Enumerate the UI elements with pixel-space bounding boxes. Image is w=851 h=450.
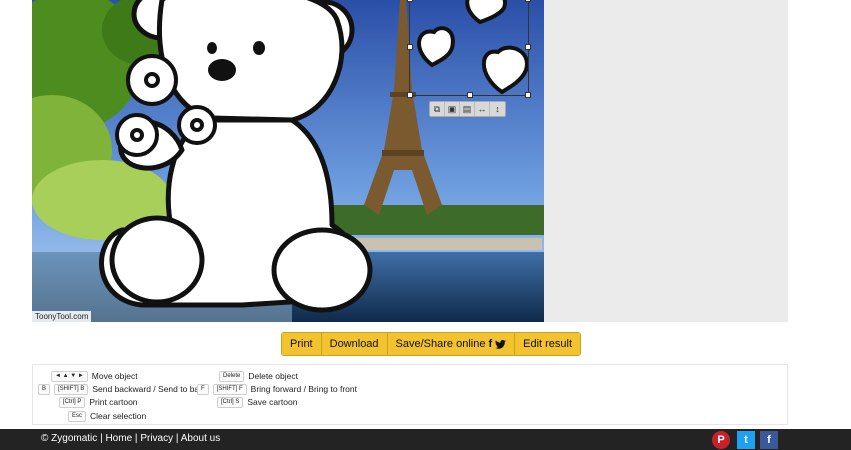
edit-result-label: Edit result [523,338,573,350]
shortcut-label: Clear selection [90,411,147,421]
page-footer: © Zygomatic | Home | Privacy | About us … [0,429,851,450]
home-link[interactable]: Home [105,433,132,444]
shortcut-key: B [38,383,51,395]
shortcut-key: [SHIFT] F [212,383,247,395]
toonytool-watermark: ToonyTool.com [32,311,92,322]
footer-links: © Zygomatic | Home | Privacy | About us [41,433,220,444]
shortcut-key: F [197,383,209,395]
object-toolbar: ⧉ ▣ ▤ ↔ ↕ [429,101,506,117]
facebook-icon[interactable]: f [760,431,778,449]
shortcut-key: Esc [68,410,87,422]
resize-handle-top-left[interactable] [407,0,413,2]
download-button[interactable]: Download [321,333,388,355]
shortcut-print: [Ctrl] P Print cartoon [59,396,138,408]
cartoon-canvas-area: ToonyTool.com ⧉ ▣ ▤ ↔ ↕ [32,0,788,322]
action-buttons: Print Download Save/Share online f Edit … [281,332,582,356]
about-link[interactable]: About us [181,433,220,444]
shortcut-move: ◄ ▲ ▼ ► Move object [51,370,138,382]
print-button[interactable]: Print [282,333,322,355]
shortcut-key: [SHIFT] B [54,383,89,395]
shortcut-bring-front: F [SHIFT] F Bring forward / Bring to fro… [197,383,357,395]
shortcut-label: Delete object [248,371,298,381]
footer-separator: | [134,433,138,444]
resize-handle-bottom-left[interactable] [407,92,413,98]
shortcut-label: Move object [91,371,138,381]
privacy-link[interactable]: Privacy [140,433,173,444]
send-back-icon[interactable]: ▤ [460,102,475,116]
download-label: Download [329,338,379,350]
footer-separator: | [175,433,179,444]
print-label: Print [290,338,313,350]
shortcut-save: [Ctrl] S Save cartoon [217,396,297,408]
shortcut-label: Save cartoon [247,397,298,407]
twitter-icon [495,339,507,349]
shortcut-key: ◄ ▲ ▼ ► [51,370,88,382]
shortcut-key: [Ctrl] P [59,396,86,408]
shortcut-label: Bring forward / Bring to front [250,384,357,394]
shortcut-send-back: B [SHIFT] B Send backward / Send to back [38,383,208,395]
flip-horizontal-icon[interactable]: ↔ [475,102,490,116]
resize-handle-left[interactable] [407,44,413,50]
twitter-icon[interactable]: t [737,431,755,449]
resize-handle-top-right[interactable] [525,0,531,2]
facebook-icon: f [488,338,493,350]
shortcut-label: Print cartoon [89,397,138,407]
save-share-button[interactable]: Save/Share online f [387,333,516,355]
selection-box[interactable] [407,0,531,98]
save-share-label: Save/Share online [395,338,486,350]
keyboard-shortcuts-panel: ◄ ▲ ▼ ► Move object Delete Delete object… [32,364,788,425]
footer-separator: | [100,433,103,444]
shortcut-key: [Ctrl] S [217,396,244,408]
resize-handle-bottom[interactable] [467,92,473,98]
riverboats [342,238,542,250]
pinterest-icon[interactable]: P [712,431,730,449]
flip-vertical-icon[interactable]: ↕ [490,102,505,116]
shortcut-label: Send backward / Send to back [92,384,208,394]
copyright-text: © Zygomatic [41,433,98,444]
shortcut-clear: Esc Clear selection [68,410,146,422]
bring-front-icon[interactable]: ▣ [445,102,460,116]
resize-handle-right[interactable] [525,44,531,50]
shortcut-delete: Delete Delete object [219,370,298,382]
resize-handle-bottom-right[interactable] [525,92,531,98]
edit-result-button[interactable]: Edit result [515,333,581,355]
shortcut-key: Delete [219,370,245,382]
copy-icon[interactable]: ⧉ [430,102,445,116]
